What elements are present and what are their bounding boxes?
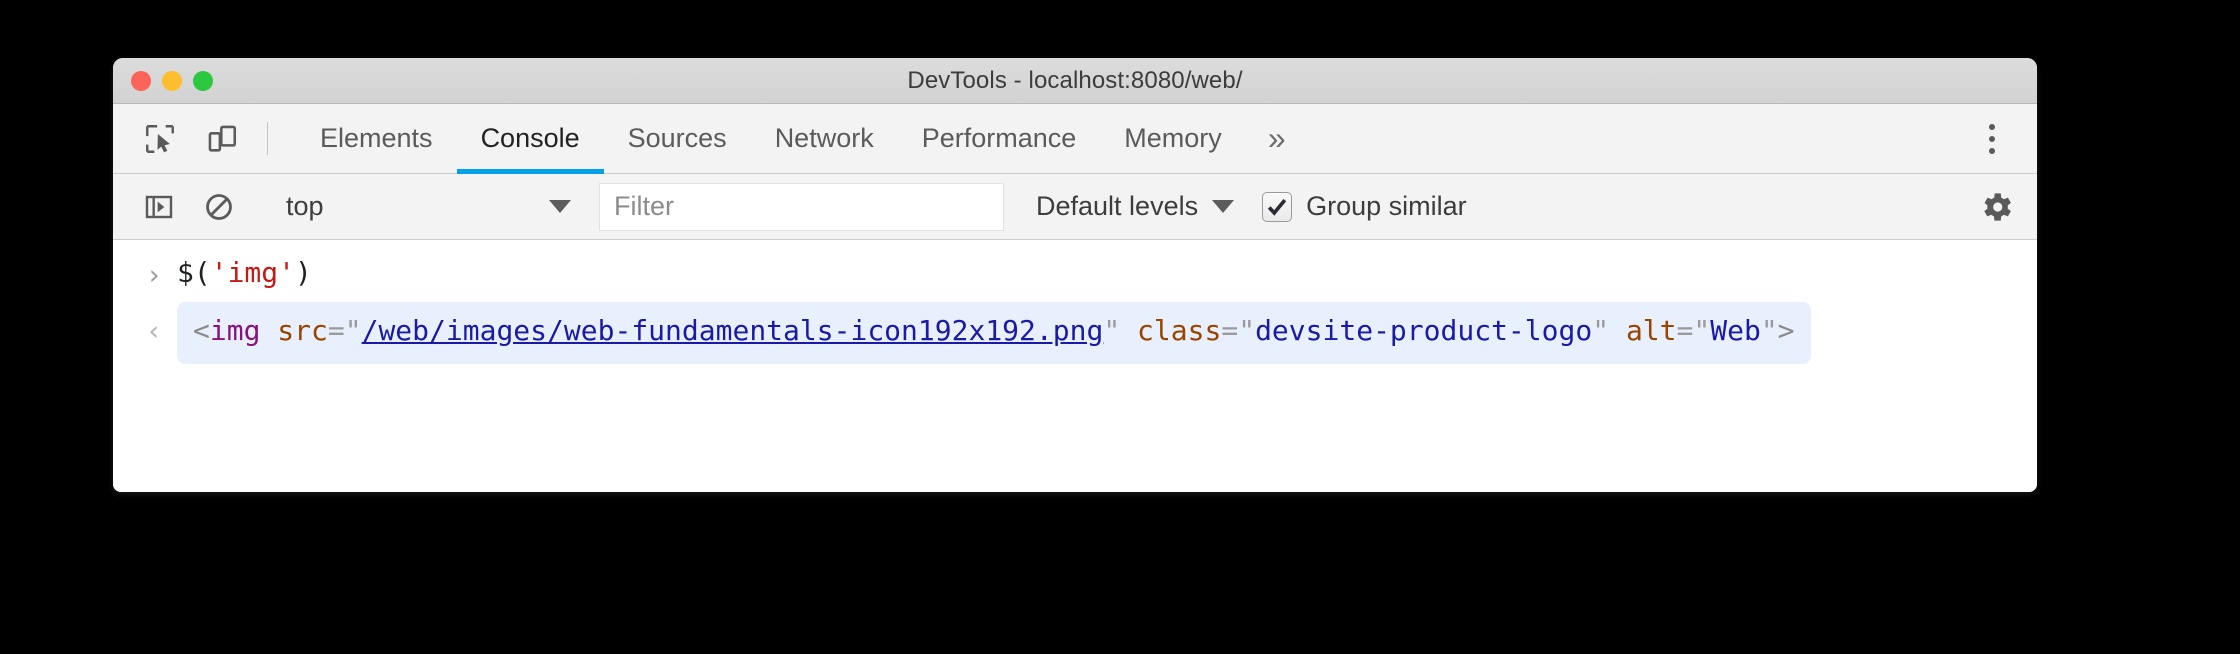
tab-performance[interactable]: Performance [898,104,1101,173]
window-titlebar: DevTools - localhost:8080/web/ [113,58,2037,104]
code-token: img [209,314,261,347]
console-result-row: ‹ <img src="/web/images/web-fundamentals… [113,302,2037,364]
screenshot-root: DevTools - localhost:8080/web/ Elements … [0,0,2240,654]
code-token: img [227,256,279,289]
group-similar-label: Group similar [1306,191,1467,221]
code-token: src [277,314,328,347]
console-message-list: › $('img') ‹ <img src="/web/images/web-f… [113,240,2037,492]
execution-context-value: top [286,191,324,221]
toolbar-divider [267,122,268,155]
prompt-arrow-icon: › [145,260,163,291]
log-levels-dropdown[interactable]: Default levels [1036,191,1235,222]
src-link[interactable]: /web/images/web-fundamentals-icon192x192… [362,314,1104,347]
tab-console[interactable]: Console [456,104,604,174]
console-filter-input[interactable] [599,182,1004,231]
code-token: = [1676,314,1694,347]
more-tabs-label: » [1267,120,1286,156]
code-token: < [193,314,210,347]
clear-console-icon[interactable] [189,174,249,239]
execution-context-dropdown[interactable]: top [270,174,585,239]
dot [1989,147,1995,154]
devtools-window: DevTools - localhost:8080/web/ Elements … [113,58,2037,492]
devtools-tabbar: Elements Console Sources Network Perform… [113,104,2037,174]
dot [1989,123,1995,130]
console-sidebar-icon[interactable] [129,174,189,239]
code-token: alt [1625,314,1677,347]
code-token: devsite-product-logo [1255,314,1593,347]
group-similar-checkbox[interactable] [1262,191,1293,222]
code-token: > [1777,314,1795,347]
tab-elements[interactable]: Elements [296,104,457,173]
chevron-down-icon [549,200,571,213]
tab-label: Elements [320,123,433,153]
code-token: " [1103,314,1121,347]
code-token: class [1137,314,1222,347]
tab-label: Console [480,123,580,153]
result-gutter: ‹ [131,302,177,347]
inspect-element-icon[interactable] [129,104,191,173]
code-token: " [1693,314,1711,347]
code-token: $( [177,256,211,289]
code-token: " [1760,314,1778,347]
console-input-expression[interactable]: $('img') [177,246,312,296]
code-token: " [344,314,362,347]
code-token: = [327,314,345,347]
more-options-icon[interactable] [1961,123,2023,154]
tabbar-right-group [1932,104,2037,173]
code-token: ' [210,256,228,289]
close-window-button[interactable] [131,70,151,91]
code-token: ) [295,256,312,289]
code-token: " [1592,314,1610,347]
more-tabs-chevron-icon[interactable]: » [1246,104,1308,173]
panel-tabs: Elements Console Sources Network Perform… [296,104,1308,174]
console-result-value[interactable]: <img src="/web/images/web-fundamentals-i… [177,302,1811,364]
group-similar-toggle[interactable]: Group similar [1262,191,1467,222]
device-toolbar-icon[interactable] [191,104,253,173]
tab-label: Memory [1124,123,1222,153]
tab-label: Sources [627,123,727,153]
dot [1989,135,1995,142]
window-title: DevTools - localhost:8080/web/ [907,66,1243,94]
console-input-row[interactable]: › $('img') [113,246,2037,296]
settings-gear-icon[interactable] [1977,188,2015,226]
code-token: Web [1710,314,1761,347]
checkmark-icon [1267,198,1287,216]
code-token: = [1221,314,1239,347]
prompt-gutter: › [131,246,177,291]
code-token: " [1238,314,1256,347]
log-levels-label: Default levels [1036,191,1199,221]
window-controls [131,70,213,91]
chevron-down-icon [1212,200,1235,213]
tab-label: Network [774,123,874,153]
console-toolbar: top Default levels Group similar [113,174,2037,240]
result-arrow-icon: ‹ [145,316,163,347]
minimize-window-button[interactable] [162,70,182,91]
tab-label: Performance [921,123,1077,153]
code-token: ' [278,256,296,289]
tab-network[interactable]: Network [751,104,898,173]
tab-sources[interactable]: Sources [604,104,751,173]
html-element-markup: <img src="/web/images/web-fundamentals-i… [193,308,1795,354]
zoom-window-button[interactable] [193,70,213,91]
tab-memory[interactable]: Memory [1100,104,1246,173]
